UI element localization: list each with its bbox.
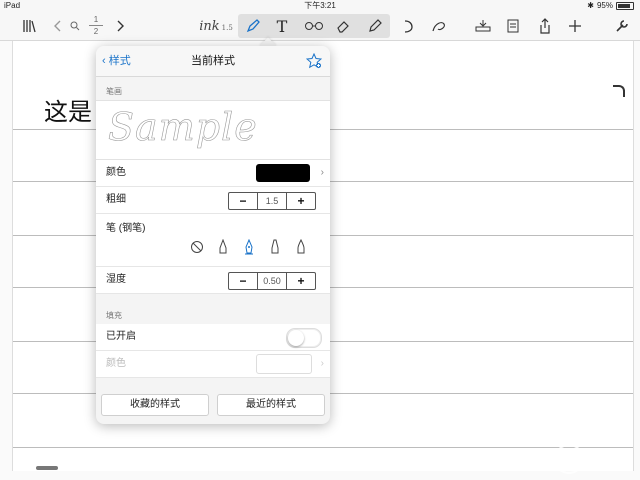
pen-type-options <box>190 238 308 256</box>
chevron-right-icon: › <box>320 358 324 369</box>
watermark: π 少数派 SSPAI.COM <box>554 444 630 474</box>
add-icon[interactable] <box>566 12 584 40</box>
library-icon[interactable] <box>18 12 40 40</box>
fill-color-row: 颜色 › <box>96 351 330 378</box>
battery-percent: 95% <box>596 1 613 10</box>
felt-pen-icon[interactable] <box>268 238 282 256</box>
watermark-sub: SSPAI.COM <box>588 463 630 469</box>
watermark-logo: π <box>554 444 584 474</box>
wrench-icon[interactable] <box>612 12 632 40</box>
lasso-icon[interactable] <box>428 12 450 40</box>
wetness-increase-button[interactable]: + <box>287 273 315 289</box>
fill-color-label: 颜色 <box>106 358 126 369</box>
pen-preview-text: ink <box>199 18 220 34</box>
pen-type-row: 笔 (钢笔) <box>96 214 330 267</box>
page-indicator[interactable]: 1 2 <box>84 14 108 37</box>
thickness-value: 1.5 <box>257 193 287 209</box>
fill-section-label: 填充 <box>106 311 122 320</box>
pen-icon[interactable] <box>242 12 264 40</box>
undo-icon[interactable] <box>398 12 418 40</box>
no-pen-icon[interactable] <box>190 238 204 256</box>
stroke-sample: Sample <box>96 100 330 160</box>
thickness-label: 粗细 <box>106 194 126 205</box>
scroll-handle[interactable] <box>36 466 58 470</box>
thickness-decrease-button[interactable]: − <box>229 193 257 209</box>
page-total: 2 <box>93 27 99 36</box>
popover-bottom-buttons: 收藏的样式 最近的样式 <box>96 394 330 416</box>
wetness-value: 0.50 <box>257 273 287 289</box>
chevron-right-icon: › <box>320 167 324 178</box>
wetness-label: 湿度 <box>106 274 126 285</box>
wetness-decrease-button[interactable]: − <box>229 273 257 289</box>
popover-title: 当前样式 <box>191 55 235 67</box>
thickness-stepper: − 1.5 + <box>228 192 316 210</box>
eraser-icon[interactable] <box>332 12 354 40</box>
page-corner-icon <box>613 85 625 97</box>
text-icon[interactable]: T <box>272 12 292 40</box>
watermark-text: 少数派 <box>588 448 630 464</box>
wetness-stepper: − 0.50 + <box>228 272 316 290</box>
bluetooth-icon: ✱ <box>587 1 594 10</box>
highlighter-icon[interactable] <box>364 12 386 40</box>
glasses-icon[interactable] <box>302 12 326 40</box>
pen-style-popover: ‹ 样式 当前样式 笔画 Sample 颜色 › 粗细 − 1.5 + 笔 (钢… <box>96 46 330 424</box>
status-right: ✱ 95% <box>587 0 634 12</box>
clock: 下午3:21 <box>304 1 336 10</box>
fountain-pen-icon[interactable] <box>242 238 256 256</box>
star-add-icon[interactable] <box>305 52 323 74</box>
rule-line <box>13 447 633 448</box>
popover-header: ‹ 样式 当前样式 <box>96 46 330 77</box>
page-current: 1 <box>93 15 99 24</box>
fill-color-swatch <box>256 354 312 374</box>
share-icon[interactable] <box>534 12 556 40</box>
status-bar: iPad 下午3:21 ✱ 95% <box>0 0 640 12</box>
insert-icon[interactable] <box>472 12 494 40</box>
stroke-section-label: 笔画 <box>106 87 122 96</box>
wetness-row: 湿度 − 0.50 + <box>96 267 330 294</box>
handwritten-text: 这是 <box>44 98 92 126</box>
fill-enabled-label: 已开启 <box>106 331 136 342</box>
sample-text: Sample <box>108 105 258 150</box>
color-row[interactable]: 颜色 › <box>96 160 330 187</box>
color-swatch[interactable] <box>256 164 310 182</box>
pen-style-preview[interactable]: ink 1.5 <box>196 12 236 40</box>
pen-type-label: 笔 (钢笔) <box>106 223 146 234</box>
thickness-row: 粗细 − 1.5 + <box>96 187 330 214</box>
brush-pen-icon[interactable] <box>294 238 308 256</box>
battery-icon <box>616 2 634 10</box>
page-divider <box>89 25 103 26</box>
back-arrow-icon[interactable] <box>50 12 64 40</box>
pen-size-label: 1.5 <box>221 23 233 32</box>
forward-arrow-icon[interactable] <box>114 12 128 40</box>
fill-toggle[interactable] <box>286 328 322 348</box>
favorite-styles-button[interactable]: 收藏的样式 <box>101 394 209 416</box>
search-icon[interactable] <box>68 12 82 40</box>
recent-styles-button[interactable]: 最近的样式 <box>217 394 325 416</box>
ballpoint-pen-icon[interactable] <box>216 238 230 256</box>
export-doc-icon[interactable] <box>502 12 524 40</box>
thickness-increase-button[interactable]: + <box>287 193 315 209</box>
main-toolbar: 1 2 ink 1.5 T <box>0 12 640 41</box>
fill-enabled-row: 已开启 <box>96 324 330 351</box>
color-label: 颜色 <box>106 167 126 178</box>
